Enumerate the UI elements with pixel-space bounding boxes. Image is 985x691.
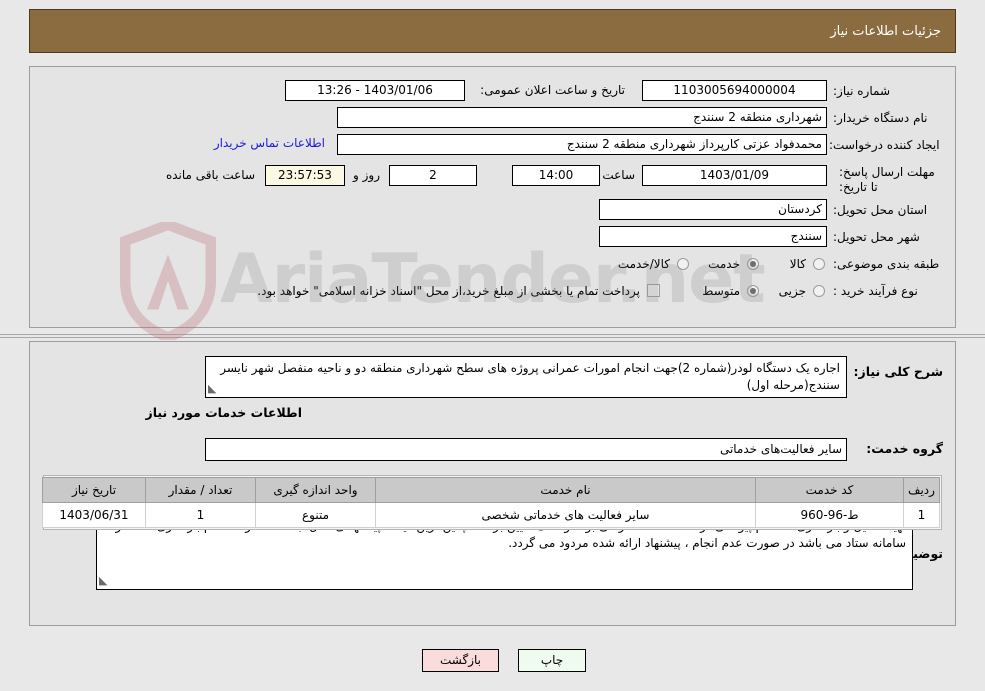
radio-category-kala[interactable] [813,258,825,270]
page-header-bar: جزئیات اطلاعات نیاز [29,9,956,53]
resize-grip-icon-notes[interactable]: ◣ [99,572,107,589]
countdown-field: 23:57:53 [265,165,345,186]
resize-grip-icon[interactable]: ◣ [208,380,216,397]
services-table: ردیف کد خدمت نام خدمت واحد اندازه گیری ت… [42,477,940,528]
need-info-panel: شماره نیاز: 1103005694000004 تاریخ و ساع… [29,66,956,328]
services-section-title: اطلاعات خدمات مورد نیاز [145,405,303,420]
col-unit: واحد اندازه گیری [255,477,376,503]
radio-category-kala-khedmat-label: کالا/خدمت [617,257,670,271]
province-field: کردستان [599,199,827,220]
radio-process-motevaset[interactable] [747,285,759,297]
col-need-date: تاریخ نیاز [42,477,146,503]
deadline-label: مهلت ارسال پاسخ: تا تاریخ: [839,165,935,194]
col-service-name: نام خدمت [375,477,756,503]
deadline-hour-field: 14:00 [512,165,600,186]
cell-service-code: ط-96-960 [755,502,904,528]
col-row-no: ردیف [903,477,940,503]
radio-category-khedmat-label: خدمت [708,257,740,271]
buyer-org-label: نام دستگاه خریدار: [833,111,928,125]
days-label: روز و [353,168,380,182]
cell-service-name: سایر فعالیت های خدماتی شخصی [375,502,756,528]
services-table-container: ردیف کد خدمت نام خدمت واحد اندازه گیری ت… [42,475,942,530]
treasury-docs-checkbox[interactable] [647,284,660,297]
buyer-org-field: شهرداری منطقه 2 سنندج [337,107,827,128]
city-label: شهر محل تحویل: [833,230,920,244]
province-label: استان محل تحویل: [833,203,928,217]
back-button[interactable]: بازگشت [422,649,499,672]
col-service-code: کد خدمت [755,477,904,503]
table-row: 1 ط-96-960 سایر فعالیت های خدماتی شخصی م… [42,502,940,528]
section-divider-top [0,334,985,335]
service-group-label: گروه خدمت: [866,441,943,456]
announce-datetime-field: 1403/01/06 - 13:26 [285,80,465,101]
need-desc-textarea[interactable]: اجاره یک دستگاه لودر(شماره 2)جهت انجام ا… [205,356,847,398]
cell-need-date: 1403/06/31 [42,502,146,528]
need-number-field: 1103005694000004 [642,80,827,101]
section-divider-bottom [0,337,985,338]
radio-process-jozei[interactable] [813,285,825,297]
treasury-docs-text: پرداخت تمام یا بخشی از مبلغ خرید،از محل … [257,284,640,298]
cell-unit: متنوع [255,502,376,528]
need-desc-label: شرح کلی نیاز: [853,364,943,379]
remaining-hours-label: ساعت باقی مانده [165,168,255,182]
radio-category-kala-label: کالا [789,257,806,271]
radio-category-khedmat[interactable] [747,258,759,270]
table-header-row: ردیف کد خدمت نام خدمت واحد اندازه گیری ت… [42,477,940,503]
radio-process-motevaset-label: متوسط [702,284,740,298]
print-button[interactable]: چاپ [518,649,586,672]
hour-label: ساعت [602,168,635,182]
announce-datetime-label: تاریخ و ساعت اعلان عمومی: [480,83,625,97]
requester-label: ایجاد کننده درخواست: [829,138,940,152]
city-field: سنندج [599,226,827,247]
need-desc-value: اجاره یک دستگاه لودر(شماره 2)جهت انجام ا… [220,361,840,392]
requester-field: محمدفواد عزتی کارپرداز شهرداری منطقه 2 س… [337,134,827,155]
cell-quantity: 1 [145,502,256,528]
process-label: نوع فرآیند خرید : [833,284,918,298]
service-group-field: سایر فعالیت‌های خدماتی [205,438,847,461]
page-title: جزئیات اطلاعات نیاز [830,23,941,39]
radio-process-jozei-label: جزیی [778,284,806,298]
buyer-contact-link[interactable]: اطلاعات تماس خریدار [214,133,325,154]
need-number-label: شماره نیاز: [833,84,890,98]
radio-category-kala-khedmat[interactable] [677,258,689,270]
remaining-days-field: 2 [389,165,477,186]
category-label: طبقه بندی موضوعی: [833,257,940,271]
cell-row-no: 1 [903,502,940,528]
col-quantity: تعداد / مقدار [145,477,256,503]
deadline-date-field: 1403/01/09 [642,165,827,186]
